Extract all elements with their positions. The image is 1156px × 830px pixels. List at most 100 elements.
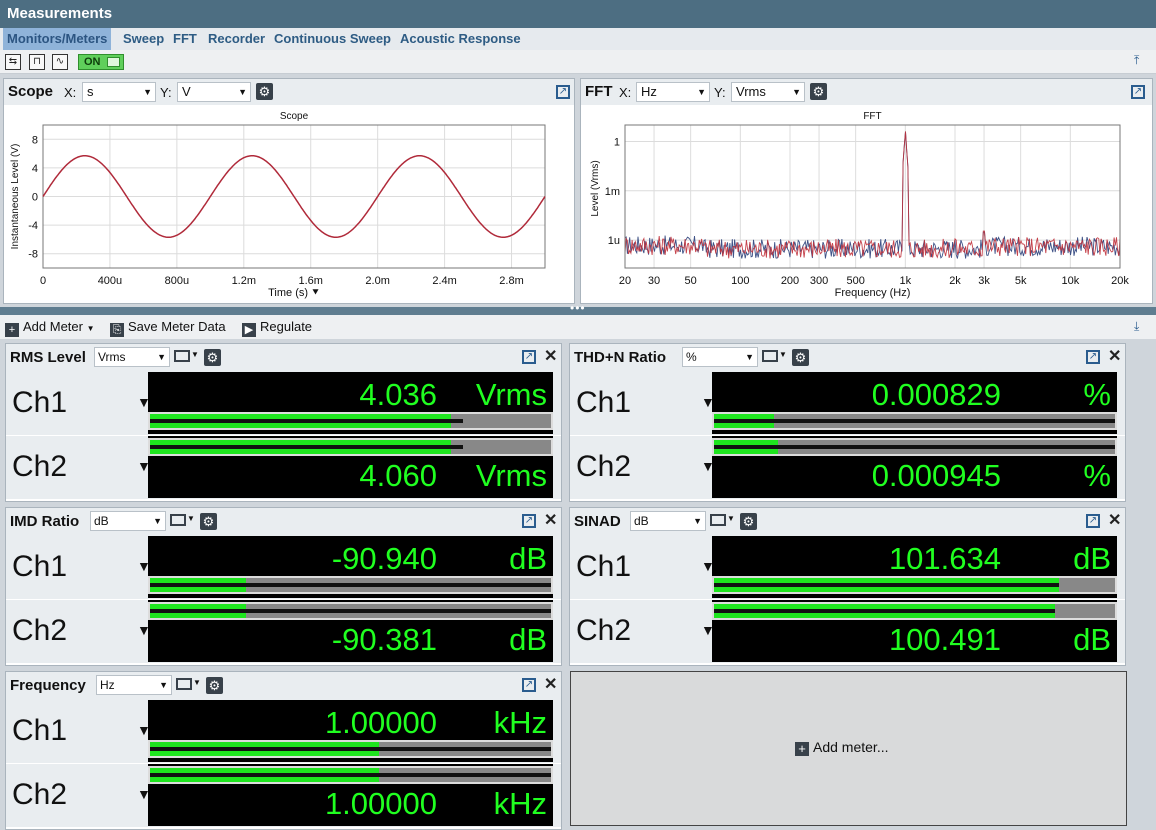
scope-x-tick-label: 0 [40,275,46,287]
scope-header: Scope X: s ▼ Y: V ▼ ⚙ ↗ [4,79,574,105]
chevron-down-icon: ▼ [697,87,706,97]
scope-x-tick-label: 400u [98,275,122,287]
fft-y-label: Y: [714,85,726,100]
tab-recorder[interactable]: Recorder [204,28,269,50]
peak-line [150,747,551,751]
meter-unit-select[interactable]: Vrms ▼ [94,347,170,367]
level-bar [148,438,553,456]
chevron-down-icon: ▼ [745,352,754,362]
tab-continuous-sweep[interactable]: Continuous Sweep [270,28,395,50]
meter-value: 4.060 [359,458,437,493]
fft-x-tick-label: 2k [949,275,961,287]
meter-popout-icon[interactable]: ↗ [522,678,536,692]
panel-splitter[interactable]: ••• [0,301,1156,315]
window-title: Measurements [0,0,1156,28]
meter-popout-icon[interactable]: ↗ [1086,514,1100,528]
graph-icon[interactable] [762,350,778,362]
meter-unit-select[interactable]: Hz ▼ [96,675,172,695]
meter-value: 0.000829 [871,377,1001,412]
meter-popout-icon[interactable]: ↗ [522,514,536,528]
toggle-switch-icon [107,57,120,67]
swap-icon[interactable]: ⇆ [5,54,21,70]
meter-unit: dB [1073,541,1111,576]
fft-x-tick-label: 200 [781,275,799,287]
meter-unit-value: Vrms [98,350,126,364]
tab-acoustic-response[interactable]: Acoustic Response [396,28,525,50]
meter-display: 4.060 Vrms [148,436,553,498]
close-icon[interactable]: ✕ [1108,349,1121,365]
meter-unit: dB [1073,622,1111,657]
meter-settings-gear-icon[interactable]: ⚙ [740,513,757,530]
meter-popout-icon[interactable]: ↗ [522,350,536,364]
channel-label: Ch1 [12,386,68,419]
meter-settings-gear-icon[interactable]: ⚙ [206,677,223,694]
meter-row-ch2: Ch2 ▼ 100.491 dB [570,600,1125,663]
scope-settings-gear-icon[interactable]: ⚙ [256,83,273,100]
tab-sweep[interactable]: Sweep [119,28,168,50]
fft-popout-icon[interactable]: ↗ [1131,85,1145,99]
graph-icon[interactable] [174,350,190,362]
chevron-down-icon[interactable]: ▼ [187,514,195,523]
chevron-down-icon[interactable]: ▼ [727,514,735,523]
regulate-button[interactable]: ▶ Regulate [242,318,312,337]
meter-row-ch2: Ch2 ▼ -90.381 dB [6,600,561,663]
fft-x-tick-label: 5k [1015,275,1027,287]
pulse-icon[interactable]: ⊓ [29,54,45,70]
chevron-down-icon: ▼ [792,87,801,97]
fft-y-unit-select[interactable]: Vrms ▼ [731,82,805,102]
fft-x-axis-label: Frequency (Hz) [835,287,911,299]
scope-x-tick-label: 2.8m [499,275,523,287]
tab-monitors-meters[interactable]: Monitors/Meters [3,28,112,50]
add-meter-button[interactable]: + Add Meter ▼ [5,318,95,338]
fft-x-unit-select[interactable]: Hz ▼ [636,82,710,102]
channel-label: Ch1 [576,386,632,419]
close-icon[interactable]: ✕ [544,677,557,693]
graph-icon[interactable] [176,678,192,690]
plus-icon: + [795,742,809,756]
meter-title: THD+N Ratio [574,349,667,366]
meter-unit-select[interactable]: dB ▼ [630,511,706,531]
on-toggle[interactable]: ON [78,54,124,70]
meter-row-ch1: Ch1 ▼ -90.940 dB [6,536,561,599]
meter-unit-select[interactable]: % ▼ [682,347,758,367]
add-meter-tile-label: Add meter... [813,739,889,755]
scope-y-unit-select[interactable]: V ▼ [177,82,251,102]
meter-settings-gear-icon[interactable]: ⚙ [792,349,809,366]
meter-row-ch2: Ch2 ▼ 4.060 Vrms [6,436,561,499]
meter-title: IMD Ratio [10,513,80,530]
save-meter-data-button[interactable]: ⎘ Save Meter Data [110,318,226,337]
pin-bottom-icon[interactable]: ⤓ [1134,319,1139,334]
save-meter-data-label: Save Meter Data [128,319,226,334]
close-icon[interactable]: ✕ [1108,513,1121,529]
graph-icon[interactable] [710,514,726,526]
chevron-down-icon[interactable]: ▼ [193,678,201,687]
scope-x-tick-label: 2.4m [432,275,456,287]
meter-unit-value: Hz [100,678,115,692]
chevron-down-icon[interactable]: ▼ [191,350,199,359]
meter-unit: Vrms [475,377,547,412]
add-meter-tile[interactable]: + Add meter... [570,671,1127,826]
pin-top-icon[interactable]: ⤒ [1134,53,1139,68]
meter-settings-gear-icon[interactable]: ⚙ [200,513,217,530]
meter-title: Frequency [10,677,86,694]
on-label: ON [84,56,101,68]
fft-x-tick-label: 3k [978,275,990,287]
meter-title: RMS Level [10,349,86,366]
tab-fft[interactable]: FFT [169,28,201,50]
scope-x-tick-label: 1.6m [298,275,322,287]
meter-display: 1.00000 kHz [148,700,553,762]
graph-icon[interactable] [170,514,186,526]
fft-settings-gear-icon[interactable]: ⚙ [810,83,827,100]
close-icon[interactable]: ✕ [544,513,557,529]
close-icon[interactable]: ✕ [544,349,557,365]
fft-x-tick-label: 1k [900,275,912,287]
meter-unit-select[interactable]: dB ▼ [90,511,166,531]
meter-header: SINAD dB ▼ ▼ ⚙ ↗ ✕ [570,508,1125,536]
scope-x-unit-select[interactable]: s ▼ [82,82,156,102]
meter-popout-icon[interactable]: ↗ [1086,350,1100,364]
scope-popout-icon[interactable]: ↗ [556,85,570,99]
waveform-add-icon[interactable]: ∿ [52,54,68,70]
chevron-down-icon[interactable]: ▼ [779,350,787,359]
channel-label: Ch1 [12,714,68,747]
meter-settings-gear-icon[interactable]: ⚙ [204,349,221,366]
